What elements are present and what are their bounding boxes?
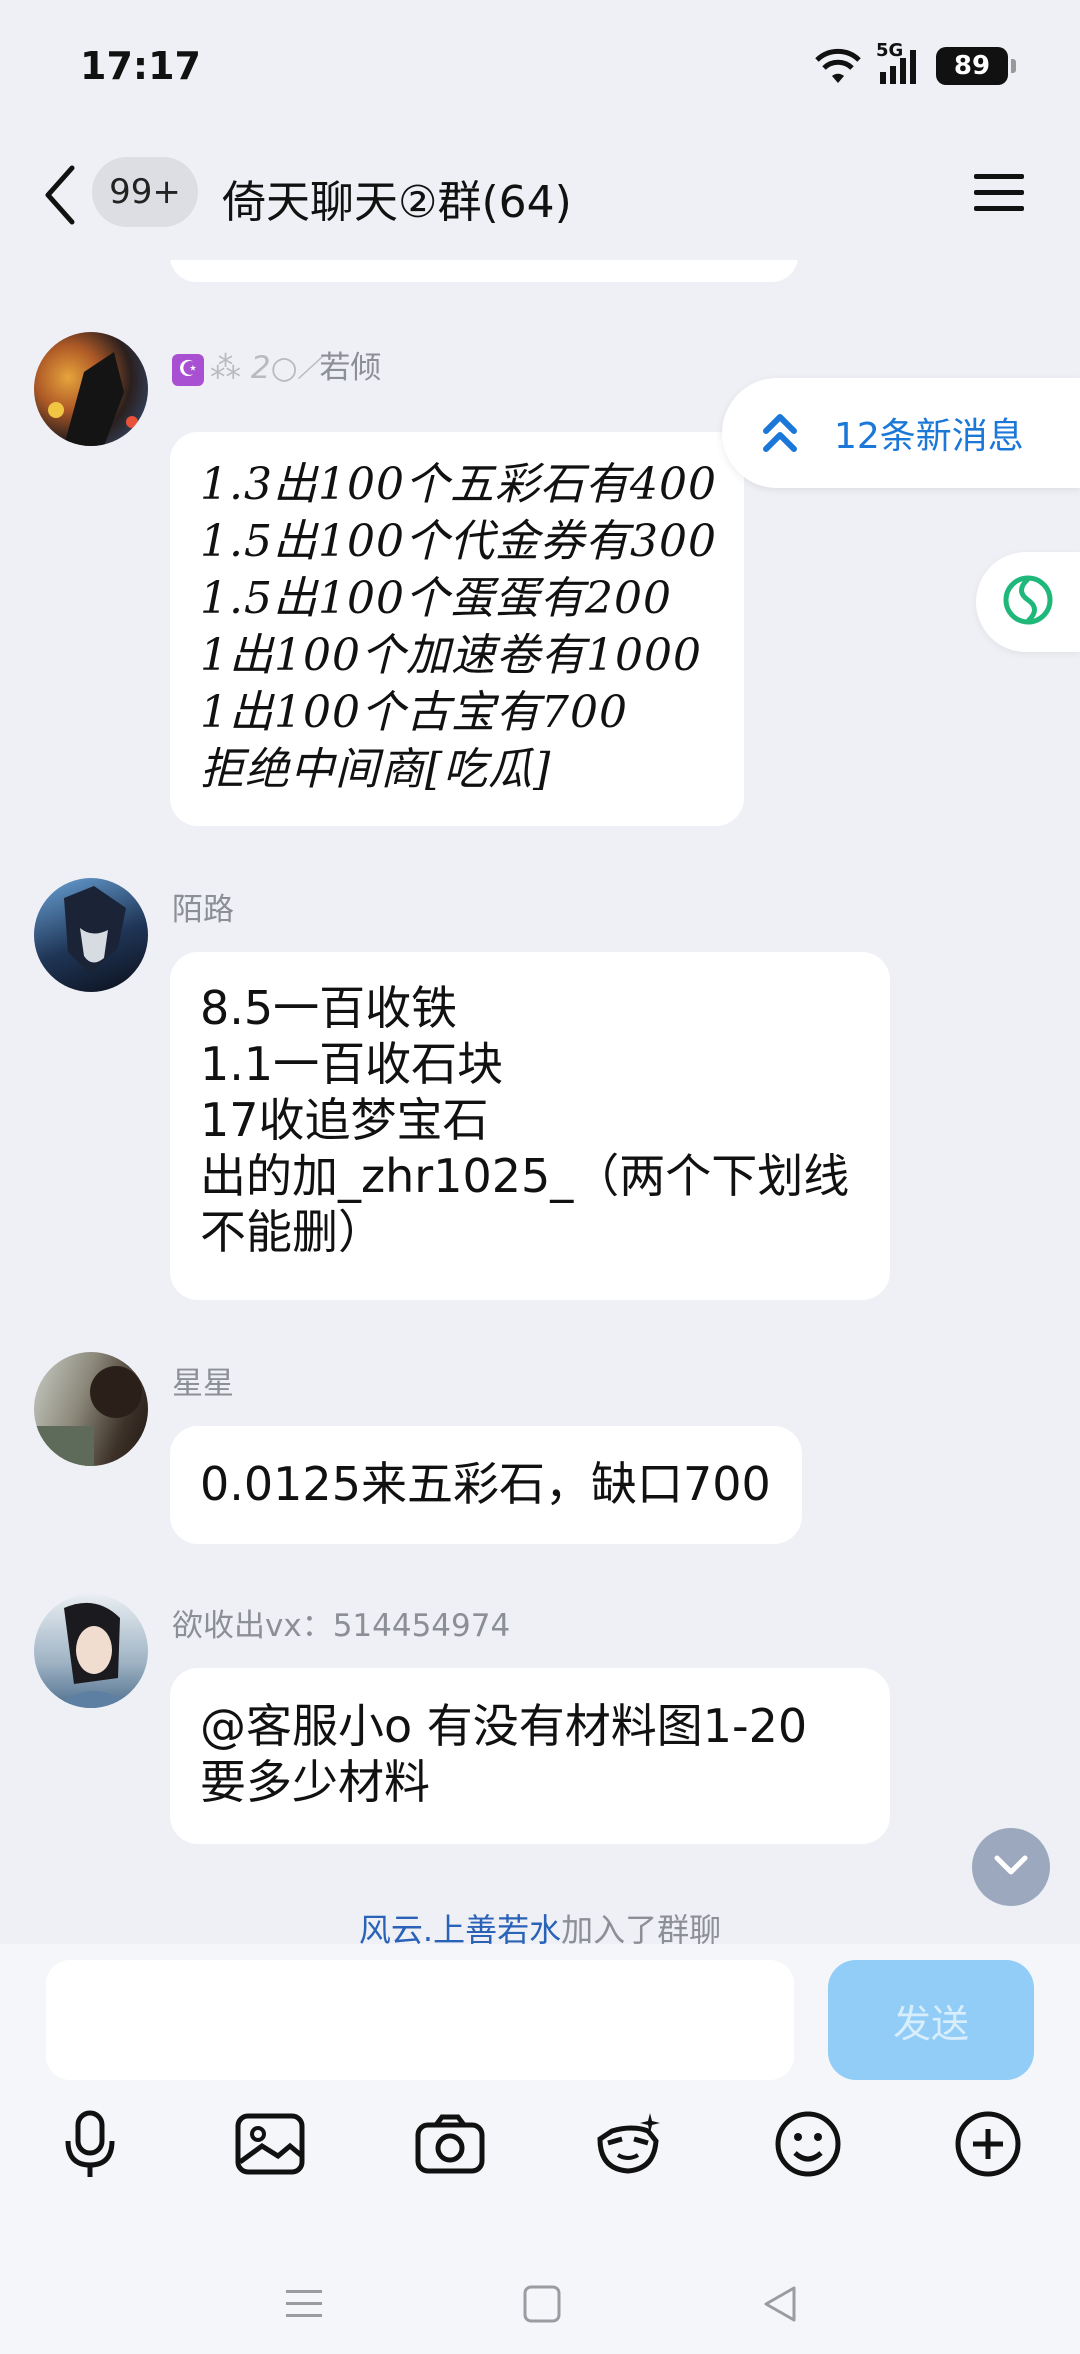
back-arrow-icon[interactable]	[38, 160, 88, 230]
sender-name: 陌路	[172, 892, 234, 928]
status-time: 17:17	[80, 44, 201, 88]
message-list[interactable]: ☪ ⁂ 2○⟋若倾 1.3出100个五彩石有400 1.5出100个代金券有300…	[0, 260, 1080, 1940]
sender-name: 欲收出vx：514454974	[172, 1608, 511, 1644]
message-line: 0.0125来五彩石，缺口700	[200, 1457, 771, 1511]
avatar[interactable]	[34, 332, 148, 446]
input-toolbar	[0, 2104, 1080, 2214]
unread-count-badge[interactable]: 99+	[92, 157, 198, 227]
message-line: 1.5出100个代金券有300	[200, 516, 717, 567]
message-line: 8.5一百收铁	[200, 981, 458, 1035]
avatar[interactable]	[34, 878, 148, 992]
scroll-to-bottom-button[interactable]	[972, 1828, 1050, 1906]
sticker-icon[interactable]	[588, 2104, 668, 2184]
message-input[interactable]	[46, 1960, 794, 2080]
signal-5g-icon: 5G	[876, 40, 922, 86]
wifi-icon	[814, 47, 862, 85]
message-line: 拒绝中间商[吃瓜]	[200, 744, 552, 795]
back-nav-icon[interactable]	[750, 2274, 810, 2334]
message-line: 1.3出100个五彩石有400	[200, 459, 717, 510]
group-title[interactable]: 倚天聊天②群(64)	[222, 166, 572, 230]
send-button[interactable]: 发送	[828, 1960, 1034, 2080]
avatar[interactable]	[34, 1352, 148, 1466]
home-icon[interactable]	[512, 2274, 572, 2334]
emoji-icon[interactable]	[768, 2104, 848, 2184]
floating-assistant-button[interactable]	[976, 552, 1080, 652]
sender-name: ☪ ⁂ 2○⟋若倾	[172, 342, 381, 387]
message-line: 1出100个古宝有700	[200, 687, 628, 738]
message-line: 不能删）	[200, 1205, 384, 1259]
status-icons: 5G 89	[814, 40, 1016, 86]
network-label: 5G	[876, 40, 904, 61]
moon-badge-icon: ☪	[172, 353, 204, 386]
avatar[interactable]	[34, 1594, 148, 1708]
message-bubble[interactable]: 0.0125来五彩石，缺口700	[170, 1426, 802, 1544]
message-line: 要多少材料	[200, 1755, 430, 1809]
message-line: 1出100个加速卷有1000	[200, 630, 702, 681]
double-chevron-up-icon	[760, 411, 800, 455]
camera-icon[interactable]	[410, 2104, 490, 2184]
message-line: 17收追梦宝石	[200, 1093, 489, 1147]
system-nav-bar	[0, 2254, 1080, 2354]
menu-icon[interactable]	[972, 168, 1026, 218]
mic-icon[interactable]	[50, 2104, 130, 2184]
message-bubble[interactable]: 1.3出100个五彩石有400 1.5出100个代金券有300 1.5出100个…	[170, 432, 744, 826]
message-line: 1.1一百收石块	[200, 1037, 504, 1091]
message-line: 出的加_zhr1025_（两个下划线	[200, 1149, 850, 1203]
message-line: @客服小o 有没有材料图1-20	[200, 1699, 808, 1753]
message-line: 1.5出100个蛋蛋有200	[200, 573, 672, 624]
chat-header: 99+ 倚天聊天②群(64)	[0, 130, 1080, 260]
recent-apps-icon[interactable]	[274, 2274, 334, 2334]
chevron-down-icon	[991, 1852, 1031, 1882]
status-bar: 17:17 5G 89	[0, 0, 1080, 130]
message-bubble[interactable]: 8.5一百收铁 1.1一百收石块 17收追梦宝石 出的加_zhr1025_（两个…	[170, 952, 890, 1300]
new-messages-button[interactable]: 12条新消息	[722, 378, 1080, 488]
image-icon[interactable]	[230, 2104, 310, 2184]
input-area: 发送	[0, 1944, 1080, 2354]
battery-indicator: 89	[936, 47, 1016, 85]
plus-icon[interactable]	[948, 2104, 1028, 2184]
previous-message-bubble	[170, 260, 798, 282]
new-messages-label: 12条新消息	[834, 416, 1024, 457]
swirl-logo-icon	[1001, 573, 1055, 631]
message-bubble[interactable]: @客服小o 有没有材料图1-20 要多少材料	[170, 1668, 890, 1844]
sender-name: 星星	[172, 1366, 234, 1402]
